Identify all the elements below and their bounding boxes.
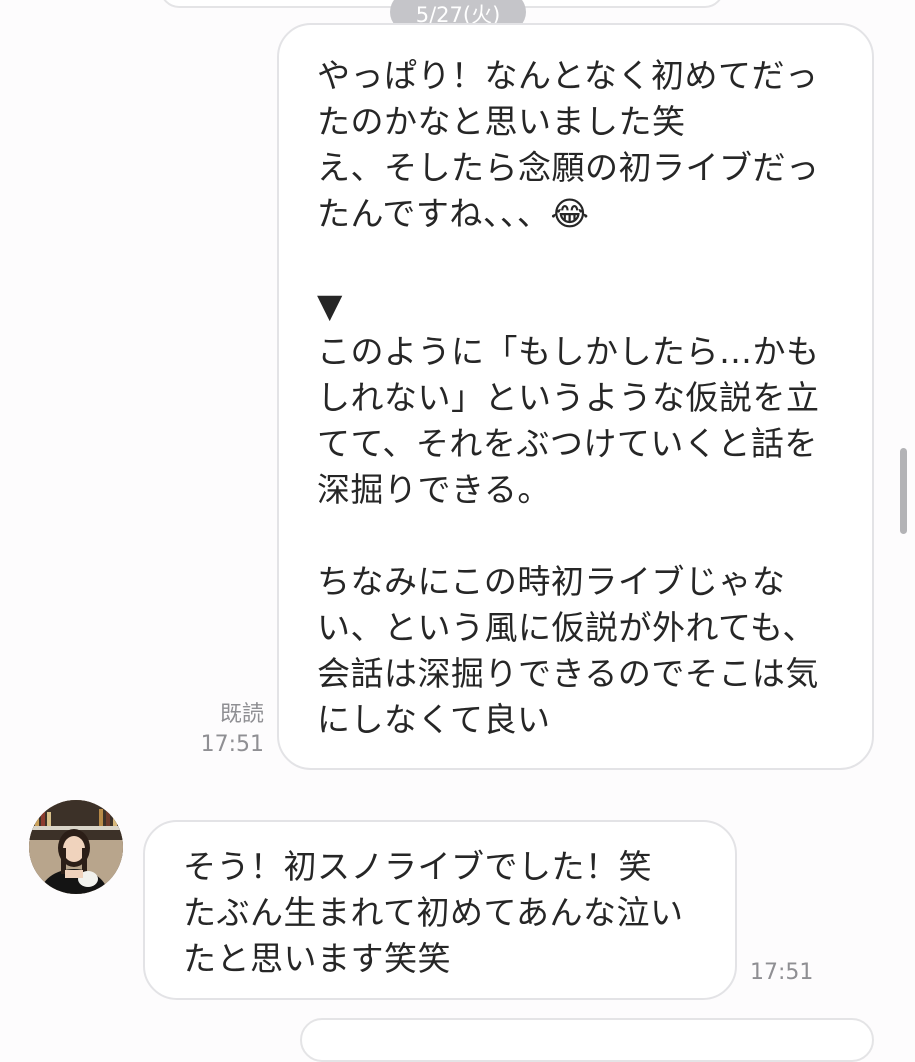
- scrollbar[interactable]: [900, 448, 907, 534]
- sent-message-text: やっぱり！なんとなく初めてだったのかなと思いました笑 え、そしたら念願の初ライブ…: [317, 56, 820, 739]
- avatar-photo: [29, 800, 123, 894]
- read-receipt: 既読: [219, 702, 264, 727]
- sent-message-time: 17:51: [200, 732, 264, 757]
- received-message-time: 17:51: [750, 960, 814, 985]
- received-message-bubble[interactable]: そう！初スノライブでした！笑 たぶん生まれて初めてあんな泣いたと思います笑笑: [143, 820, 737, 1000]
- received-message-text: そう！初スノライブでした！笑 たぶん生まれて初めてあんな泣いたと思います笑笑: [183, 847, 684, 978]
- next-message-bubble: [300, 1018, 874, 1062]
- sent-message-bubble[interactable]: やっぱり！なんとなく初めてだったのかなと思いました笑 え、そしたら念願の初ライブ…: [277, 23, 874, 770]
- avatar[interactable]: [29, 800, 123, 894]
- sent-message-meta: 既読 17:51: [190, 700, 264, 760]
